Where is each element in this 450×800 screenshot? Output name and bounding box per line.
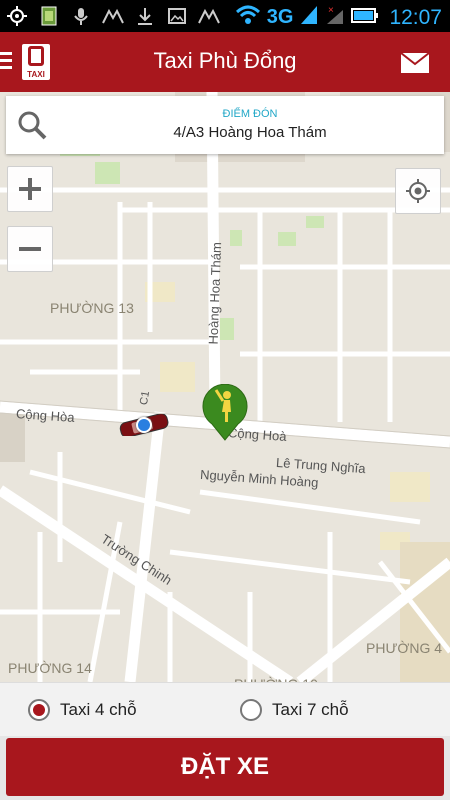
radio-taxi-7[interactable] [240, 699, 262, 721]
option-taxi-7[interactable]: Taxi 7 chỗ [240, 699, 349, 721]
zoom-in-button[interactable] [7, 166, 53, 212]
ward-label-p14: PHƯỜNG 14 [8, 660, 92, 676]
svg-text:×: × [328, 5, 334, 16]
network-type: 3G [266, 6, 294, 28]
signal-icon [299, 4, 319, 31]
book-taxi-button[interactable]: ĐẶT XE [6, 738, 444, 796]
app-bar: TAXI Taxi Phù Đổng [0, 32, 450, 92]
battery-widget-icon [38, 5, 60, 27]
mountains-icon [102, 5, 124, 27]
gps-icon [6, 5, 28, 27]
no-signal-icon: × [325, 4, 345, 31]
taxi-type-options: Taxi 4 chỗ Taxi 7 chỗ [0, 682, 450, 736]
crosshair-icon [406, 179, 430, 203]
clock: 12:07 [389, 5, 442, 29]
download-icon [134, 5, 156, 27]
street-label-c1: C1 [137, 390, 153, 406]
option-taxi-7-label: Taxi 7 chỗ [272, 700, 349, 719]
mountains-icon [198, 5, 220, 27]
ward-label-p4: PHƯỜNG 4 [366, 640, 443, 656]
book-bar: ĐẶT XE [0, 736, 450, 800]
pickup-address[interactable]: 4/A3 Hoàng Hoa Thám [66, 124, 434, 141]
wifi-icon [235, 4, 261, 31]
mic-icon [70, 5, 92, 27]
pickup-pin-icon[interactable] [200, 384, 250, 442]
status-bar: 3G × 12:07 [0, 0, 450, 32]
radio-taxi-4[interactable] [28, 699, 50, 721]
map-view[interactable]: PHƯỜNG 13 PHƯỜNG 14 PHƯỜNG 4 PHƯỜNG 10 C… [0, 92, 450, 682]
pickup-search-box[interactable]: ĐIỂM ĐÓN 4/A3 Hoàng Hoa Thám [6, 96, 444, 154]
plus-icon [19, 178, 41, 200]
ward-label-p13: PHƯỜNG 13 [50, 300, 134, 316]
current-location-dot [136, 417, 152, 433]
pickup-label: ĐIỂM ĐÓN [222, 108, 278, 120]
image-icon [166, 5, 188, 27]
option-taxi-4[interactable]: Taxi 4 chỗ [28, 699, 137, 721]
minus-icon [19, 247, 41, 251]
my-location-button[interactable] [395, 168, 441, 214]
app-title: Taxi Phù Đổng [153, 48, 297, 73]
option-taxi-4-label: Taxi 4 chỗ [60, 700, 137, 719]
search-icon[interactable] [16, 109, 48, 141]
zoom-out-button[interactable] [7, 226, 53, 272]
mail-icon[interactable] [400, 52, 430, 74]
battery-icon [351, 4, 379, 31]
